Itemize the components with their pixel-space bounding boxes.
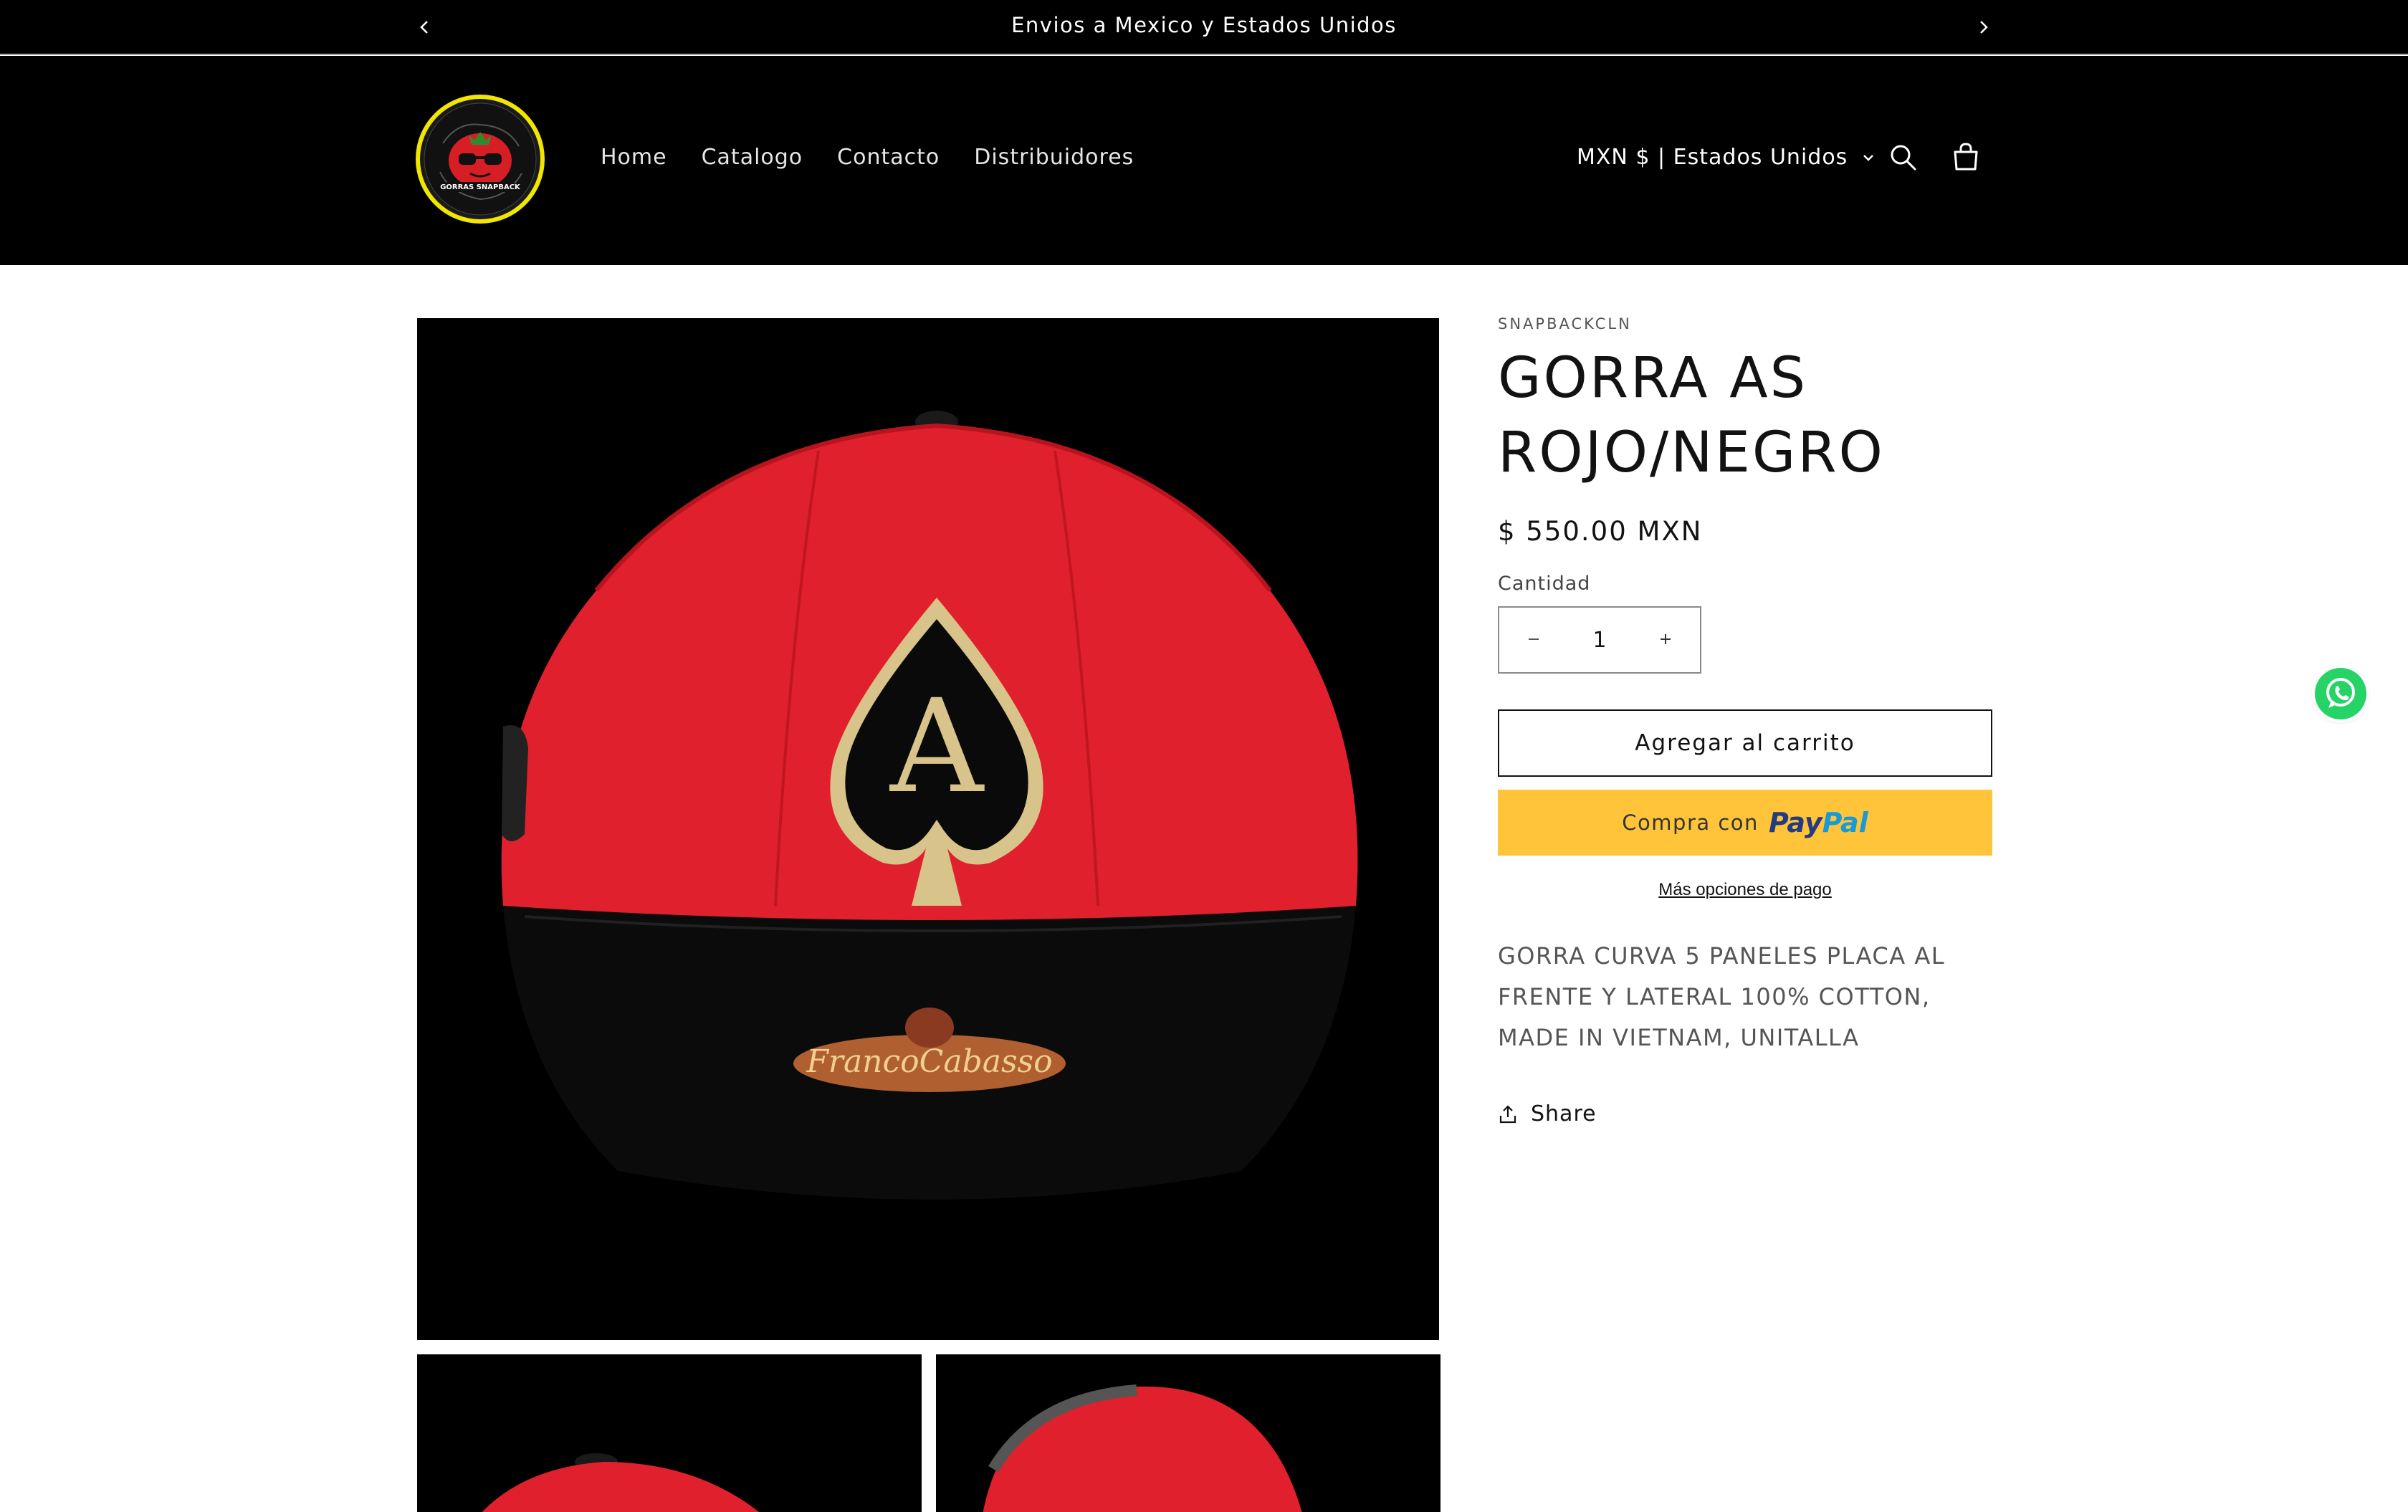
cap-back-image <box>936 1354 1440 1512</box>
announcement-text: Envios a Mexico y Estados Unidos <box>1011 13 1397 37</box>
chevron-right-icon[interactable] <box>1969 13 1997 42</box>
main-nav: Home Catalogo Contacto Distribuidores <box>601 145 1134 170</box>
paypal-logo: PayPal <box>1768 807 1868 838</box>
paypal-button-label: Compra con <box>1622 810 1759 835</box>
store-logo[interactable]: GORRAS SNAPBACK <box>414 93 546 225</box>
chevron-down-icon <box>1863 154 1874 161</box>
product-description: GORRA CURVA 5 PANELES PLACA AL FRENTE Y … <box>1498 942 1946 1051</box>
svg-text:GORRAS SNAPBACK: GORRAS SNAPBACK <box>440 183 521 191</box>
whatsapp-icon <box>2326 678 2355 708</box>
site-header: GORRAS SNAPBACK Home Catalogo Contacto D… <box>0 56 2408 265</box>
quantity-label: Cantidad <box>1498 573 1591 595</box>
svg-text:A: A <box>889 672 985 822</box>
plus-icon <box>1661 634 1671 644</box>
svg-text:FrancoCabasso: FrancoCabasso <box>806 1043 1052 1080</box>
cap-side-image <box>417 1354 922 1512</box>
cap-front-image: A FrancoCabasso <box>417 318 1439 1340</box>
nav-contacto[interactable]: Contacto <box>837 145 940 170</box>
product-price: $ 550.00 MXN <box>1498 516 1703 547</box>
add-to-cart-button[interactable]: Agregar al carrito <box>1498 709 1992 777</box>
product-title: GORRA AS ROJO/NEGRO <box>1498 346 1885 485</box>
cart-icon[interactable] <box>1949 140 1982 173</box>
quantity-input[interactable]: 1 <box>1592 628 1606 653</box>
product-info: SNAPBACKCLN GORRA AS ROJO/NEGRO $ 550.00… <box>1498 315 1992 1126</box>
product-thumbnail[interactable] <box>936 1354 1440 1512</box>
product-vendor: SNAPBACKCLN <box>1498 315 1632 332</box>
search-icon[interactable] <box>1886 140 1919 173</box>
minus-icon <box>1529 638 1539 640</box>
whatsapp-chat-button[interactable] <box>2315 668 2366 719</box>
locale-label: MXN $ | Estados Unidos <box>1577 145 1848 170</box>
nav-distribuidores[interactable]: Distribuidores <box>974 145 1134 170</box>
product-main-image[interactable]: A FrancoCabasso <box>417 318 1439 1340</box>
quantity-increase-button[interactable] <box>1653 626 1678 654</box>
more-payment-options-link[interactable]: Más opciones de pago <box>1498 880 1992 900</box>
paypal-button[interactable]: Compra con PayPal <box>1498 790 1992 856</box>
nav-catalogo[interactable]: Catalogo <box>702 145 803 170</box>
share-label: Share <box>1531 1101 1597 1126</box>
share-button[interactable]: Share <box>1498 1101 1992 1126</box>
announcement-bar: Envios a Mexico y Estados Unidos <box>0 0 2408 54</box>
share-icon <box>1499 1104 1516 1123</box>
quantity-decrease-button[interactable] <box>1521 626 1547 654</box>
quantity-stepper: 1 <box>1498 606 1701 674</box>
currency-country-selector[interactable]: MXN $ | Estados Unidos <box>1577 145 1876 170</box>
nav-home[interactable]: Home <box>601 145 667 170</box>
product-thumbnail[interactable] <box>417 1354 922 1512</box>
